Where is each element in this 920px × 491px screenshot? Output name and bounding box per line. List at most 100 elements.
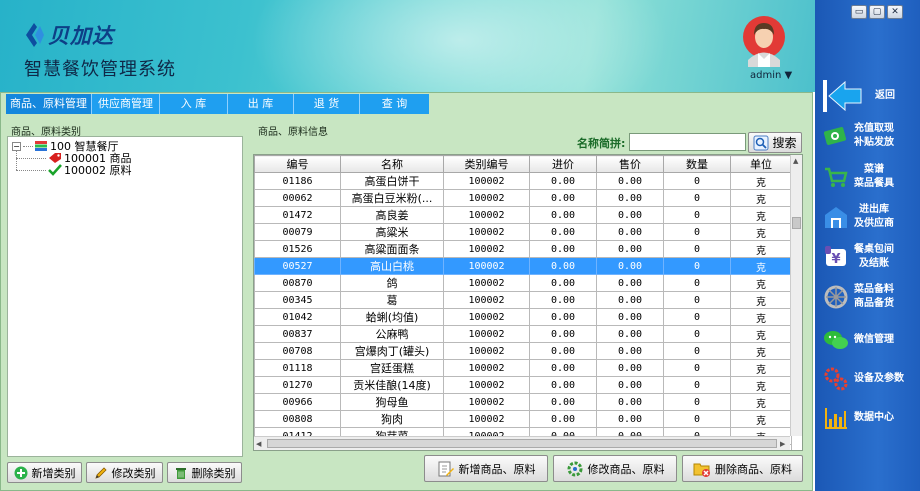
cell-cost-price[interactable]: 0.00 (529, 325, 597, 343)
menu-wechat[interactable]: 微信管理 (823, 327, 894, 353)
cell-name[interactable]: 高蛋白豆米粉(... (340, 189, 444, 207)
cell-cost-price[interactable]: 0.00 (529, 172, 597, 190)
cell-quantity[interactable]: 0 (663, 342, 731, 360)
menu-recipes[interactable]: 菜谱 菜品餐具 (823, 163, 894, 191)
cell-category-code[interactable]: 100002 (443, 240, 530, 258)
cell-sale-price[interactable]: 0.00 (596, 410, 664, 428)
cell-quantity[interactable]: 0 (663, 172, 731, 190)
vertical-scrollbar[interactable]: ▲ (790, 155, 802, 436)
cell-unit[interactable]: 克 (730, 240, 792, 258)
cell-cost-price[interactable]: 0.00 (529, 342, 597, 360)
column-header-name[interactable]: 名称 (340, 155, 444, 173)
cell-unit[interactable]: 克 (730, 410, 792, 428)
table-row[interactable]: 01472 高良姜 100002 0.00 0.00 0 克 (254, 206, 792, 224)
search-input[interactable] (629, 133, 746, 151)
scroll-right-icon[interactable]: ▶ (780, 439, 785, 449)
scroll-left-icon[interactable]: ◀ (256, 439, 261, 449)
cell-category-code[interactable]: 100002 (443, 359, 530, 377)
cell-category-code[interactable]: 100002 (443, 223, 530, 241)
menu-inventory[interactable]: 进出库 及供应商 (823, 203, 894, 231)
cell-code[interactable]: 01118 (254, 359, 341, 377)
cell-unit[interactable]: 克 (730, 257, 792, 275)
cell-sale-price[interactable]: 0.00 (596, 325, 664, 343)
user-menu[interactable]: admin ▼ (750, 70, 792, 81)
column-header-category-code[interactable]: 类别编号 (443, 155, 530, 173)
cell-sale-price[interactable]: 0.00 (596, 240, 664, 258)
back-button[interactable]: 返回 (823, 80, 895, 112)
cell-code[interactable]: 01042 (254, 308, 341, 326)
minimize-button[interactable]: ▭ (851, 5, 867, 19)
maximize-button[interactable]: ▢ (869, 5, 885, 19)
cell-quantity[interactable]: 0 (663, 206, 731, 224)
cell-code[interactable]: 00345 (254, 291, 341, 309)
cell-unit[interactable]: 克 (730, 189, 792, 207)
cell-cost-price[interactable]: 0.00 (529, 223, 597, 241)
cell-quantity[interactable]: 0 (663, 257, 731, 275)
horizontal-scroll-thumb[interactable] (267, 439, 777, 448)
cell-code[interactable]: 00708 (254, 342, 341, 360)
table-row[interactable]: 01270 贡米佳酿(14度) 100002 0.00 0.00 0 克 (254, 376, 792, 394)
cell-code[interactable]: 01526 (254, 240, 341, 258)
cell-cost-price[interactable]: 0.00 (529, 359, 597, 377)
vertical-scroll-thumb[interactable] (792, 217, 801, 229)
close-button[interactable]: ✕ (887, 5, 903, 19)
cell-name[interactable]: 宫廷蛋糕 (340, 359, 444, 377)
cell-cost-price[interactable]: 0.00 (529, 206, 597, 224)
search-button[interactable]: 搜索 (748, 132, 802, 153)
table-row[interactable]: 00966 狗母鱼 100002 0.00 0.00 0 克 (254, 393, 792, 411)
cell-category-code[interactable]: 100002 (443, 172, 530, 190)
cell-unit[interactable]: 克 (730, 342, 792, 360)
cell-cost-price[interactable]: 0.00 (529, 274, 597, 292)
tab-returns[interactable]: 退 货 (294, 94, 360, 114)
column-header-unit[interactable]: 单位 (730, 155, 792, 173)
cell-category-code[interactable]: 100002 (443, 291, 530, 309)
tree-node-materials[interactable]: 100002 原料 (16, 162, 132, 178)
scroll-up-icon[interactable]: ▲ (793, 156, 798, 166)
cell-category-code[interactable]: 100002 (443, 274, 530, 292)
cell-name[interactable]: 狗肉 (340, 410, 444, 428)
table-row[interactable]: 01042 蛤蜊(均值) 100002 0.00 0.00 0 克 (254, 308, 792, 326)
cell-unit[interactable]: 克 (730, 359, 792, 377)
cell-cost-price[interactable]: 0.00 (529, 240, 597, 258)
cell-code[interactable]: 01270 (254, 376, 341, 394)
tab-stock-out[interactable]: 出 库 (228, 94, 294, 114)
table-row[interactable]: 00870 鸽 100002 0.00 0.00 0 克 (254, 274, 792, 292)
cell-unit[interactable]: 克 (730, 291, 792, 309)
cell-unit[interactable]: 克 (730, 393, 792, 411)
cell-sale-price[interactable]: 0.00 (596, 308, 664, 326)
cell-sale-price[interactable]: 0.00 (596, 189, 664, 207)
tab-stock-in[interactable]: 入 库 (160, 94, 228, 114)
cell-quantity[interactable]: 0 (663, 359, 731, 377)
delete-item-button[interactable]: 删除商品、原料 (682, 455, 803, 482)
cell-name[interactable]: 贡米佳酿(14度) (340, 376, 444, 394)
cell-name[interactable]: 高蛋白饼干 (340, 172, 444, 190)
table-row[interactable]: 00837 公麻鸭 100002 0.00 0.00 0 克 (254, 325, 792, 343)
cell-cost-price[interactable]: 0.00 (529, 189, 597, 207)
table-row[interactable]: 01186 高蛋白饼干 100002 0.00 0.00 0 克 (254, 172, 792, 190)
menu-data-center[interactable]: 数据中心 (823, 405, 894, 431)
cell-sale-price[interactable]: 0.00 (596, 376, 664, 394)
cell-name[interactable]: 鸽 (340, 274, 444, 292)
horizontal-scrollbar[interactable]: ◀ ▶ (254, 436, 790, 450)
cell-quantity[interactable]: 0 (663, 240, 731, 258)
cell-name[interactable]: 高粱米 (340, 223, 444, 241)
menu-tables[interactable]: ¥ 餐桌包间 及结账 (823, 243, 894, 271)
cell-category-code[interactable]: 100002 (443, 342, 530, 360)
menu-devices[interactable]: 设备及参数 (823, 366, 904, 392)
cell-sale-price[interactable]: 0.00 (596, 342, 664, 360)
cell-quantity[interactable]: 0 (663, 308, 731, 326)
cell-cost-price[interactable]: 0.00 (529, 376, 597, 394)
cell-name[interactable]: 高良姜 (340, 206, 444, 224)
table-row[interactable]: 00062 高蛋白豆米粉(... 100002 0.00 0.00 0 克 (254, 189, 792, 207)
cell-name[interactable]: 宫爆肉丁(罐头) (340, 342, 444, 360)
cell-code[interactable]: 00966 (254, 393, 341, 411)
cell-code[interactable]: 00527 (254, 257, 341, 275)
delete-category-button[interactable]: 删除类别 (167, 462, 242, 483)
cell-sale-price[interactable]: 0.00 (596, 223, 664, 241)
cell-sale-price[interactable]: 0.00 (596, 393, 664, 411)
cell-name[interactable]: 狗母鱼 (340, 393, 444, 411)
cell-cost-price[interactable]: 0.00 (529, 308, 597, 326)
cell-unit[interactable]: 克 (730, 206, 792, 224)
cell-cost-price[interactable]: 0.00 (529, 410, 597, 428)
table-row[interactable]: 00527 高山白桃 100002 0.00 0.00 0 克 (254, 257, 792, 275)
